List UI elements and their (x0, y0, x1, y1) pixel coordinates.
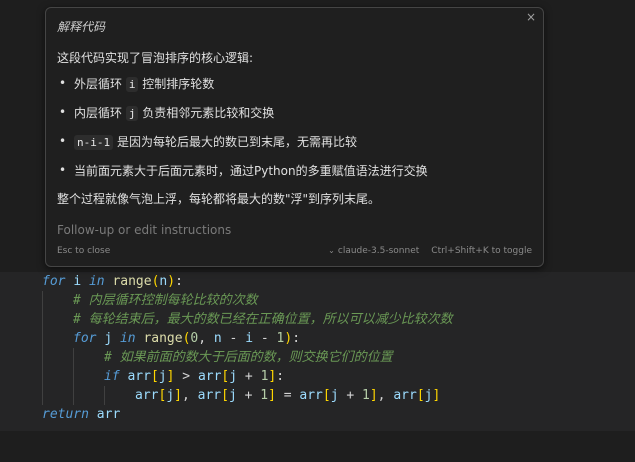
code-line: # 内层循环控制每轮比较的次数 (0, 291, 635, 310)
variable: j (228, 388, 237, 403)
keyword: return (42, 407, 89, 422)
code-line: return arr (0, 405, 635, 424)
operator: > (174, 369, 198, 384)
variable: j (104, 331, 113, 346)
variable: arr (96, 407, 121, 422)
bracket: ] (432, 388, 441, 403)
punctuation: , (181, 388, 198, 403)
variable: j (229, 369, 238, 384)
widget-footer-right: ⌄ claude-3.5-sonnet Ctrl+Shift+K to toggle (328, 246, 532, 256)
model-name: claude-3.5-sonnet (337, 246, 420, 256)
close-icon[interactable]: × (524, 10, 538, 24)
function-name: range (143, 331, 183, 346)
follow-up-input[interactable] (57, 221, 527, 239)
code-comment: # 每轮结束后，最大的数已经在正确位置，所以可以减少比较次数 (73, 312, 453, 327)
variable: j (330, 388, 339, 403)
code-line: if arr[j] > arr[j + 1]: (0, 367, 635, 386)
variable: arr (197, 369, 222, 384)
bracket: ] (369, 388, 378, 403)
bracket: ] (268, 388, 276, 403)
number: 1 (362, 388, 370, 403)
code-line: for i in range(n): (0, 272, 635, 291)
widget-title: 解释代码 (57, 20, 106, 34)
variable: arr (393, 388, 417, 403)
bullet-icon: • (59, 134, 67, 148)
bracket: ) (284, 331, 293, 346)
response-list: • 外层循环 i 控制排序轮数 • 内层循环 j 负责相邻元素比较和交换 • n… (57, 76, 428, 192)
inline-code: j (125, 106, 139, 121)
bracket: [ (150, 369, 159, 384)
bracket: [ (416, 388, 425, 403)
model-selector[interactable]: ⌄ claude-3.5-sonnet (328, 246, 419, 256)
code-line: # 如果前面的数大于后面的数，则交换它们的位置 (0, 348, 635, 367)
punctuation: : (175, 274, 183, 289)
list-item-text: 内层循环 (74, 106, 126, 120)
bullet-icon: • (59, 105, 67, 119)
code-line: # 每轮结束后，最大的数已经在正确位置，所以可以减少比较次数 (0, 310, 635, 329)
keyword: in (88, 274, 105, 289)
variable: i (245, 331, 254, 346)
list-item: • 外层循环 i 控制排序轮数 (57, 76, 428, 105)
variable: i (73, 274, 82, 289)
punctuation: , (377, 388, 394, 403)
operator: = (275, 388, 300, 403)
variable: arr (135, 388, 159, 403)
variable: j (158, 369, 167, 384)
list-item-text: 控制排序轮数 (138, 77, 215, 91)
list-item-text: 是因为每轮后最大的数已到末尾，无需再比较 (113, 135, 357, 149)
inline-chat-widget: × 解释代码 这段代码实现了冒泡排序的核心逻辑: • 外层循环 i 控制排序轮数… (45, 7, 544, 267)
code-line: arr[j], arr[j + 1] = arr[j + 1], arr[j] (0, 386, 635, 405)
keyword: if (104, 369, 120, 384)
operator: + (236, 388, 261, 403)
operator: + (237, 369, 261, 384)
variable: j (166, 388, 175, 403)
keyword: in (119, 331, 136, 346)
toggle-hint: Ctrl+Shift+K to toggle (431, 246, 532, 256)
number: 1 (260, 388, 269, 403)
list-item: • n-i-1 是因为每轮后最大的数已到末尾，无需再比较 (57, 134, 428, 163)
keyword: for (42, 274, 66, 289)
list-item: • 当前面元素大于后面元素时，通过Python的多重赋值语法进行交换 (57, 163, 428, 192)
bracket: [ (221, 388, 229, 403)
bracket: ] (174, 388, 182, 403)
list-item-text: 外层循环 (74, 77, 126, 91)
variable: n (213, 331, 222, 346)
variable: arr (299, 388, 323, 403)
punctuation: : (276, 369, 285, 384)
punctuation: , (198, 331, 214, 346)
inline-code: n-i-1 (74, 135, 114, 150)
list-item: • 内层循环 j 负责相邻元素比较和交换 (57, 105, 428, 134)
list-item-text: 当前面元素大于后面元素时，通过Python的多重赋值语法进行交换 (74, 164, 428, 178)
code-line: for j in range(0, n - i - 1): (0, 329, 635, 348)
variable: arr (127, 369, 151, 384)
operator: + (338, 388, 363, 403)
code-block[interactable]: for i in range(n): # 内层循环控制每轮比较的次数 # 每轮结… (0, 272, 635, 424)
response-summary: 整个过程就像气泡上浮，每轮都将最大的数"浮"到序列末尾。 (57, 192, 381, 206)
list-item-text: 负责相邻元素比较和交换 (138, 106, 275, 120)
bracket: [ (322, 388, 331, 403)
chevron-down-icon: ⌄ (328, 246, 335, 255)
punctuation: : (292, 331, 301, 346)
code-comment: # 内层循环控制每轮比较的次数 (73, 293, 258, 308)
operator: - (221, 331, 246, 346)
code-comment: # 如果前面的数大于后面的数，则交换它们的位置 (104, 350, 393, 365)
operator: - (253, 331, 277, 346)
bullet-icon: • (59, 163, 67, 177)
keyword: for (73, 331, 97, 346)
bullet-icon: • (59, 76, 67, 90)
esc-hint: Esc to close (57, 246, 111, 256)
function-name: range (112, 274, 152, 289)
variable: arr (197, 388, 222, 403)
response-intro: 这段代码实现了冒泡排序的核心逻辑: (57, 51, 254, 65)
inline-code: i (125, 77, 139, 92)
bracket: ) (167, 274, 176, 289)
